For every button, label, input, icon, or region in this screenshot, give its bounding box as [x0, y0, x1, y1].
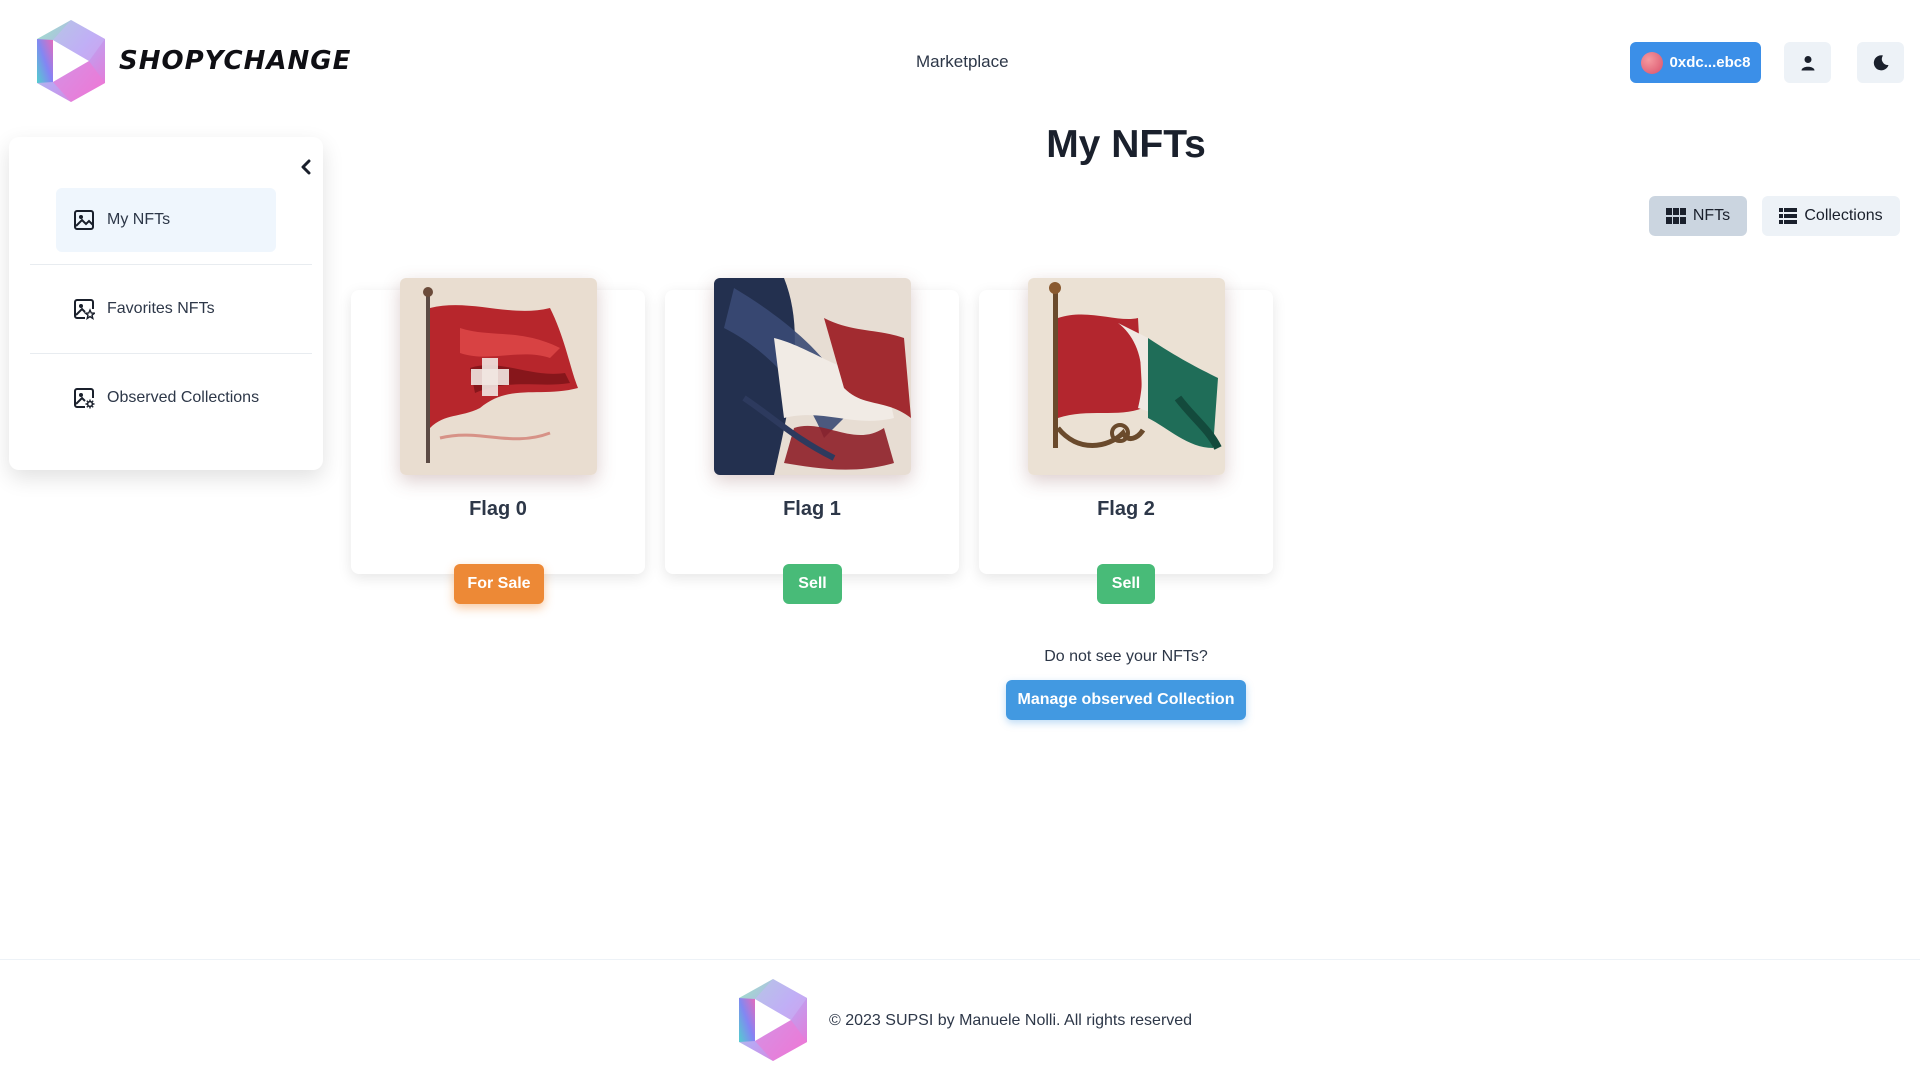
footer-logo-icon: [739, 979, 807, 1061]
nft-card: Flag 1 Sell: [665, 278, 959, 604]
nft-image-flag-1[interactable]: [714, 278, 911, 475]
sidebar-item-label: Favorites NFTs: [107, 300, 215, 317]
sidebar-collapse-button[interactable]: [296, 157, 316, 177]
footer-divider: [0, 959, 1920, 960]
nft-card-title: Flag 0: [469, 498, 527, 520]
manage-observed-collection-button[interactable]: Manage observed Collection: [1006, 680, 1246, 720]
view-nfts-label: NFTs: [1692, 207, 1731, 224]
theme-toggle-button[interactable]: [1857, 42, 1904, 83]
brand-logo[interactable]: SHOPYCHANGE: [33, 18, 351, 104]
for-sale-button[interactable]: For Sale: [454, 564, 544, 604]
profile-button[interactable]: [1784, 42, 1831, 83]
shopychange-logo-icon: [37, 20, 105, 102]
nav-marketplace-link[interactable]: Marketplace: [916, 52, 1009, 72]
grid-icon: [1665, 208, 1686, 224]
footer-copyright: © 2023 SUPSI by Manuele Nolli. All right…: [829, 1012, 1193, 1029]
list-icon: [1779, 208, 1798, 224]
nft-image-flag-2[interactable]: [1028, 278, 1225, 475]
image-icon: [74, 210, 94, 230]
view-nfts-button[interactable]: NFTs: [1649, 196, 1747, 236]
page-title: My NFTs: [1046, 123, 1206, 166]
brand-name: SHOPYCHANGE: [119, 46, 352, 76]
wallet-address: 0xdc...ebc8: [1669, 54, 1751, 71]
chevron-left-icon: [301, 159, 311, 175]
image-star-icon: [74, 299, 95, 320]
sidebar-item-observed-collections[interactable]: Observed Collections: [56, 366, 276, 430]
view-collections-label: Collections: [1804, 207, 1883, 224]
sidebar-item-label: Observed Collections: [107, 389, 260, 406]
nft-card-title: Flag 1: [783, 498, 841, 520]
wallet-button[interactable]: 0xdc...ebc8: [1630, 42, 1761, 83]
nft-card: Flag 2 Sell: [979, 278, 1273, 604]
sidebar-divider: [30, 353, 312, 354]
sell-button[interactable]: Sell: [783, 564, 842, 604]
moon-icon: [1873, 54, 1888, 70]
image-gear-icon: [74, 388, 95, 409]
sidebar-divider: [30, 264, 312, 265]
sidebar: My NFTs Favorites NFTs Observed Collecti…: [9, 137, 323, 470]
nft-image-flag-0[interactable]: [400, 278, 597, 475]
user-icon: [1801, 55, 1814, 70]
sell-button[interactable]: Sell: [1097, 564, 1155, 604]
top-header: SHOPYCHANGE Marketplace 0xdc...ebc8: [0, 0, 1920, 124]
view-collections-button[interactable]: Collections: [1762, 196, 1900, 236]
missing-nfts-hint: Do not see your NFTs?: [1044, 648, 1208, 665]
nft-card-title: Flag 2: [1097, 498, 1155, 520]
sidebar-item-label: My NFTs: [107, 211, 171, 228]
wallet-avatar: [1640, 51, 1663, 74]
nft-card: Flag 0 For Sale: [351, 278, 645, 604]
sidebar-item-favorites-nfts[interactable]: Favorites NFTs: [56, 277, 276, 341]
sidebar-item-my-nfts[interactable]: My NFTs: [56, 188, 276, 252]
